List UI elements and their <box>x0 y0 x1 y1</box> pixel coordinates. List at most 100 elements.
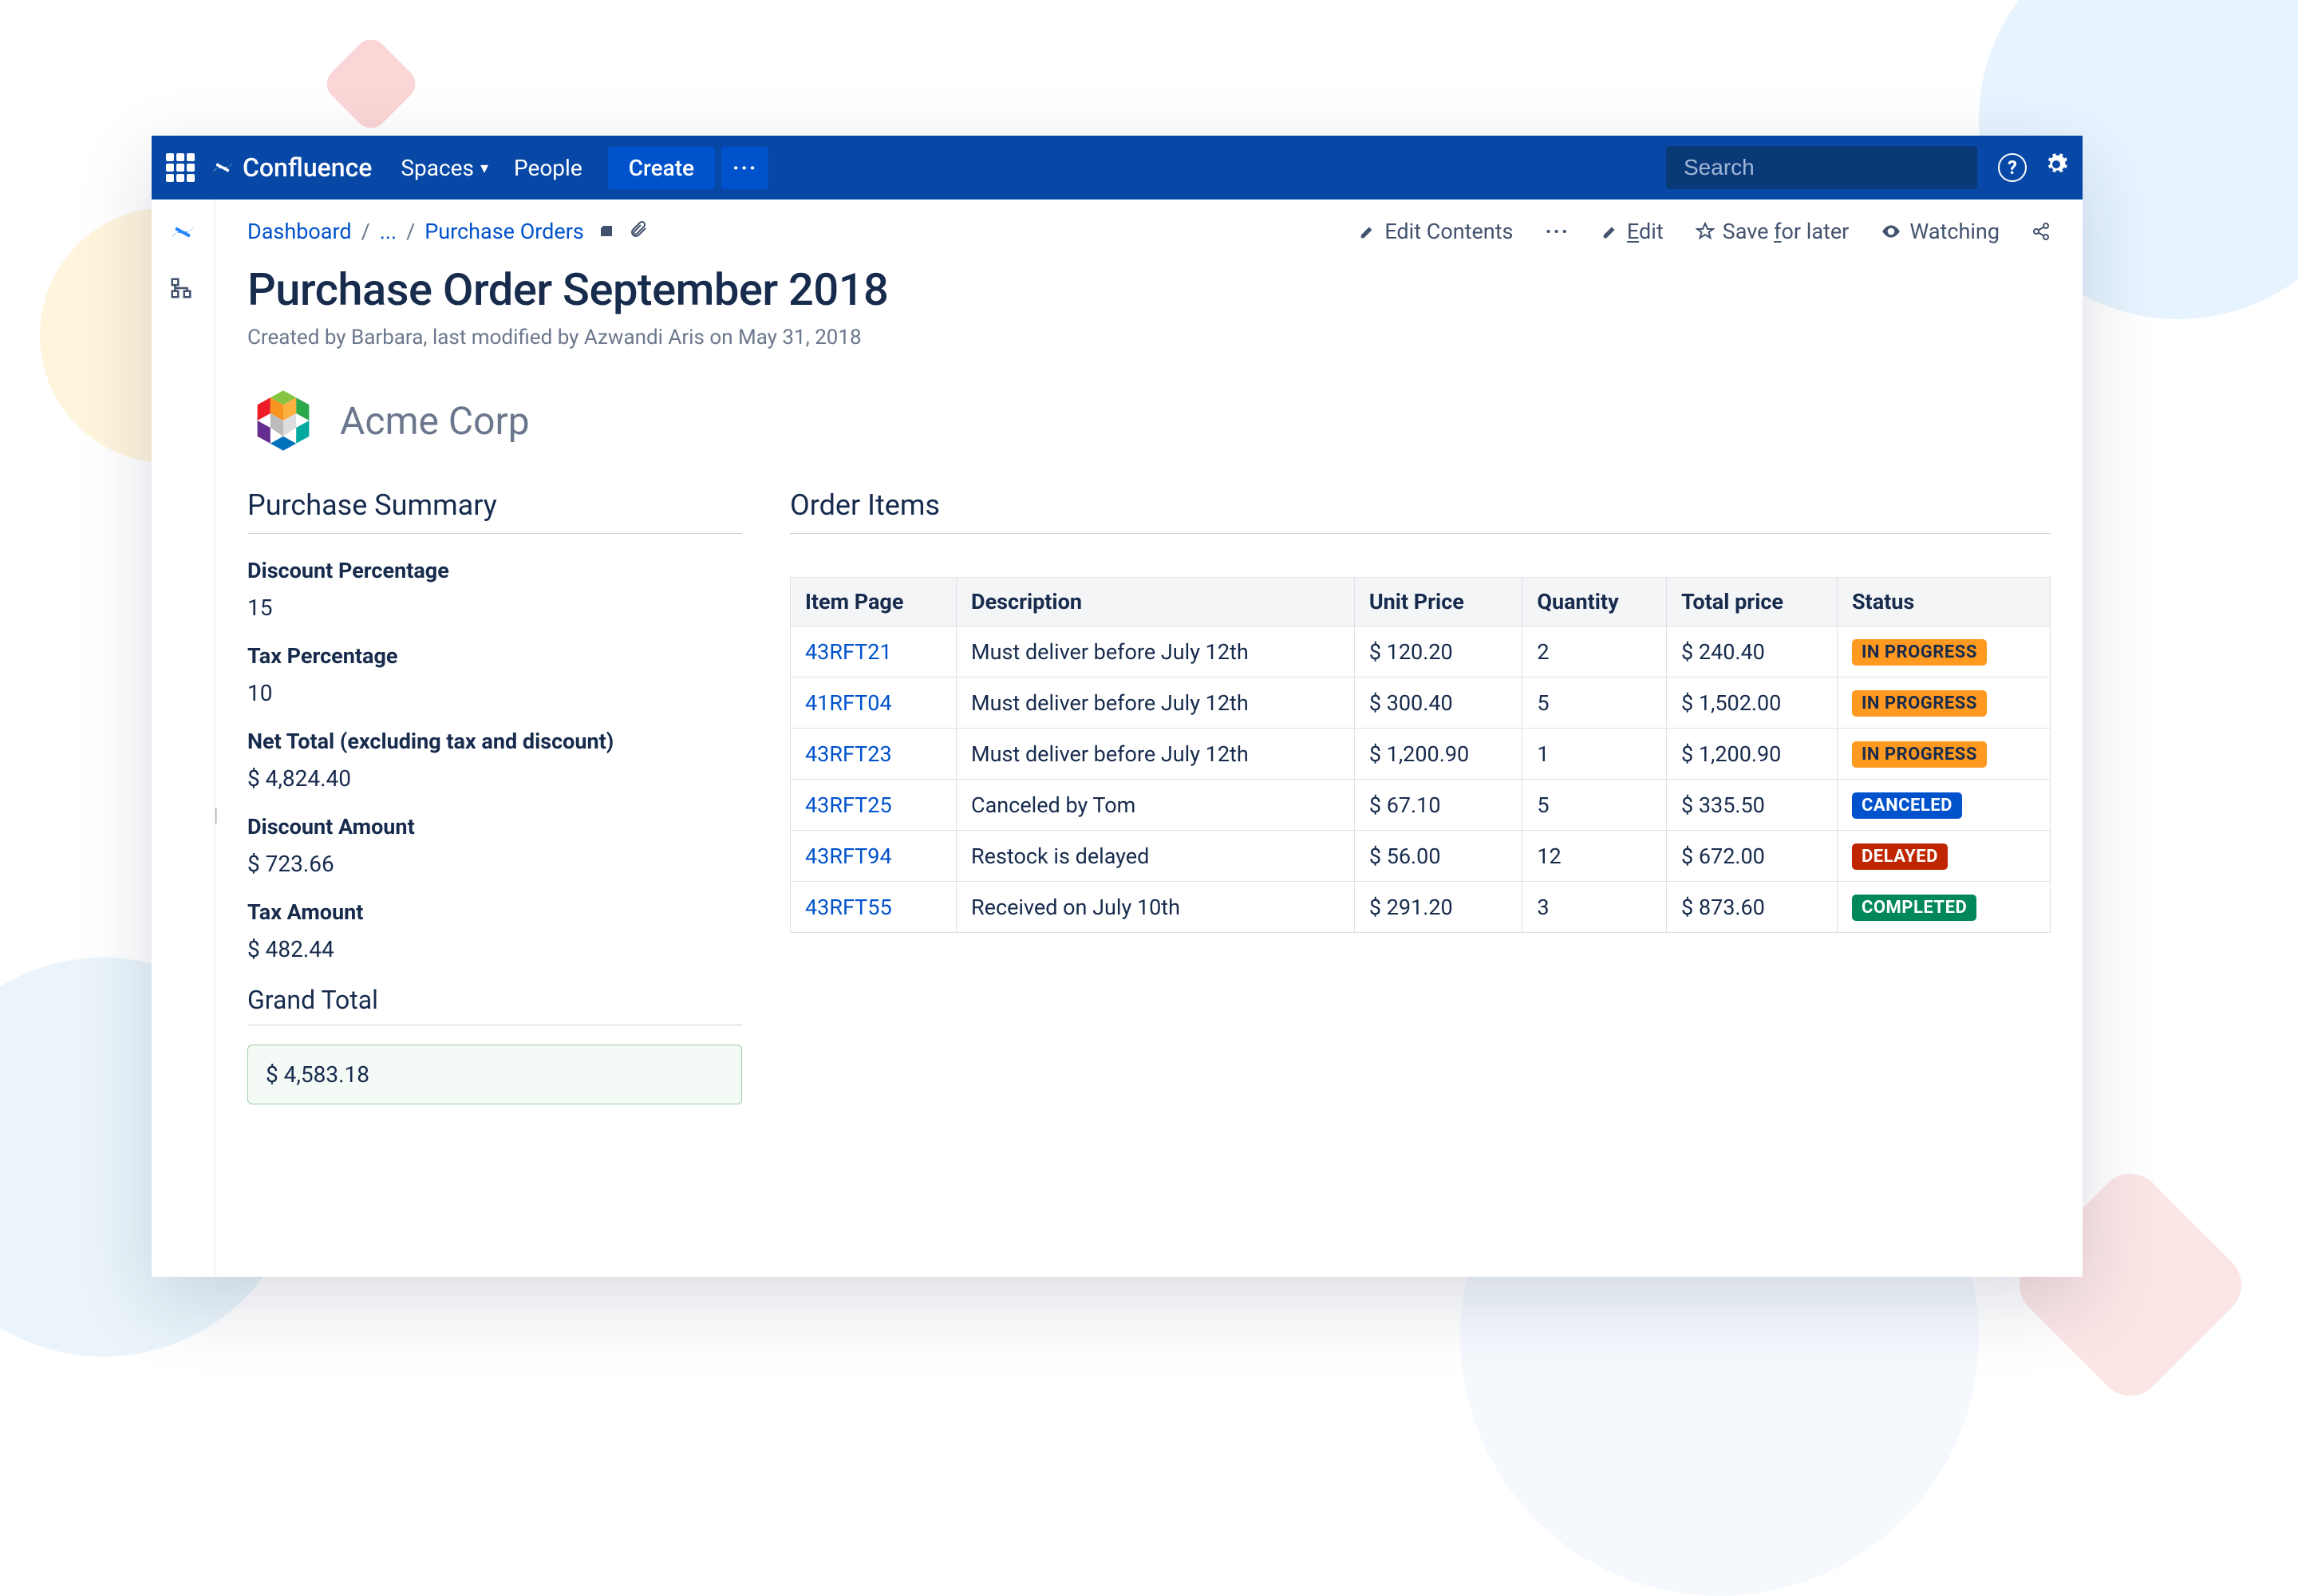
item-link[interactable]: 41RFT04 <box>805 690 892 716</box>
restrictions-icon[interactable] <box>597 219 616 244</box>
crumb-ellipsis[interactable]: ... <box>380 219 397 244</box>
pencil-icon <box>1601 223 1619 240</box>
status-badge: IN PROGRESS <box>1852 639 1987 666</box>
item-status-cell: IN PROGRESS <box>1837 626 2050 678</box>
item-desc-cell: Must deliver before July 12th <box>957 678 1355 729</box>
item-link[interactable]: 43RFT94 <box>805 843 892 869</box>
create-more-button[interactable]: ··· <box>721 147 768 189</box>
nav-people[interactable]: People <box>514 155 582 181</box>
edit-contents-button[interactable]: Edit Contents <box>1359 219 1513 244</box>
create-button[interactable]: Create <box>608 147 715 189</box>
attachments-icon[interactable] <box>629 219 648 244</box>
order-items-heading: Order Items <box>790 488 2051 534</box>
confluence-space-icon[interactable] <box>169 219 198 247</box>
item-total-cell: $ 335.50 <box>1666 780 1837 831</box>
item-qty-cell: 5 <box>1522 678 1667 729</box>
item-desc-cell: Canceled by Tom <box>957 780 1355 831</box>
status-badge: COMPLETED <box>1852 895 1976 921</box>
column-header: Quantity <box>1522 578 1667 626</box>
summary-label: Discount Percentage <box>247 558 742 583</box>
confluence-icon <box>211 156 235 180</box>
crumb-dashboard[interactable]: Dashboard <box>247 219 352 244</box>
edit-button[interactable]: Edit <box>1601 219 1664 244</box>
item-id-cell: 43RFT94 <box>791 831 957 882</box>
item-id-cell: 43RFT23 <box>791 729 957 780</box>
item-total-cell: $ 672.00 <box>1666 831 1837 882</box>
summary-column: Purchase Summary Discount Percentage 15 Ta… <box>247 488 742 1104</box>
create-label: Create <box>629 155 694 181</box>
apps-icon[interactable] <box>166 153 195 182</box>
crumb-sep: / <box>406 219 415 244</box>
item-link[interactable]: 43RFT55 <box>805 895 892 920</box>
item-status-cell: COMPLETED <box>1837 882 2050 933</box>
summary-label: Tax Percentage <box>247 643 742 669</box>
item-unit-cell: $ 120.20 <box>1354 626 1522 678</box>
summary-field: Discount Percentage 15 <box>247 558 742 621</box>
table-row: 41RFT04Must deliver before July 12th$ 30… <box>791 678 2051 729</box>
item-total-cell: $ 873.60 <box>1666 882 1837 933</box>
item-qty-cell: 12 <box>1522 831 1667 882</box>
company-header: Acme Corp <box>247 385 2051 456</box>
chevron-down-icon: ▾ <box>480 158 488 177</box>
nav-spaces[interactable]: Spaces ▾ <box>401 155 488 181</box>
share-button[interactable] <box>2031 222 2051 241</box>
summary-value: $ 482.44 <box>247 936 742 962</box>
summary-field: Discount Amount $ 723.66 <box>247 814 742 877</box>
page-content: || Dashboard / ... / Purchase Orders <box>215 200 2083 1277</box>
column-header: Unit Price <box>1354 578 1522 626</box>
status-badge: CANCELED <box>1852 792 1962 819</box>
summary-field: Net Total (excluding tax and discount) $ … <box>247 729 742 792</box>
watching-label: Watching <box>1909 219 2000 244</box>
column-header: Description <box>957 578 1355 626</box>
summary-value: $ 4,824.40 <box>247 765 742 792</box>
table-row: 43RFT25 Canceled by Tom$ 67.105$ 335.50 CA… <box>791 780 2051 831</box>
item-qty-cell: 5 <box>1522 780 1667 831</box>
page-tree-icon[interactable] <box>169 276 198 305</box>
item-id-cell: 43RFT55 <box>791 882 957 933</box>
status-badge: DELAYED <box>1852 843 1948 870</box>
page-byline: Created by Barbara, last modified by Azw… <box>247 326 2051 350</box>
summary-label: Net Total (excluding tax and discount) <box>247 729 742 754</box>
item-status-cell: CANCELED <box>1837 780 2050 831</box>
brand[interactable]: Confluence <box>211 152 372 183</box>
item-status-cell: DELAYED <box>1837 831 2050 882</box>
share-icon <box>2031 222 2051 241</box>
help-icon[interactable]: ? <box>1998 153 2027 182</box>
company-logo-icon <box>247 385 319 456</box>
item-unit-cell: $ 56.00 <box>1354 831 1522 882</box>
watching-button[interactable]: Watching <box>1881 219 2000 244</box>
summary-label: Discount Amount <box>247 814 742 839</box>
item-desc-cell: Must deliver before July 12th <box>957 626 1355 678</box>
column-header: Status <box>1837 578 2050 626</box>
grand-total-value: $ 4,583.18 <box>247 1045 742 1104</box>
page-title: Purchase Order September 2018 <box>247 263 2051 316</box>
pencil-icon <box>1359 223 1376 240</box>
summary-label: Tax Amount <box>247 899 742 925</box>
more-actions-button[interactable]: ··· <box>1545 219 1569 244</box>
star-icon <box>1696 222 1715 241</box>
item-link[interactable]: 43RFT21 <box>805 639 892 665</box>
side-nav <box>152 200 215 1277</box>
item-total-cell: $ 1,200.90 <box>1666 729 1837 780</box>
summary-field: Tax Amount $ 482.44 <box>247 899 742 962</box>
eye-icon <box>1881 221 1901 242</box>
item-link[interactable]: 43RFT23 <box>805 741 892 767</box>
brand-label: Confluence <box>243 152 372 183</box>
nav-people-label: People <box>514 155 582 181</box>
item-unit-cell: $ 1,200.90 <box>1354 729 1522 780</box>
item-total-cell: $ 240.40 <box>1666 626 1837 678</box>
settings-icon[interactable] <box>2044 152 2068 183</box>
item-unit-cell: $ 67.10 <box>1354 780 1522 831</box>
search-box[interactable] <box>1666 146 1977 189</box>
item-desc-cell: Received on July 10th <box>957 882 1355 933</box>
item-qty-cell: 2 <box>1522 626 1667 678</box>
item-link[interactable]: 43RFT25 <box>805 792 892 818</box>
save-for-later-button[interactable]: Save for later <box>1696 219 1850 244</box>
crumb-purchase-orders[interactable]: Purchase Orders <box>424 219 584 244</box>
summary-value: $ 723.66 <box>247 851 742 877</box>
search-input[interactable] <box>1684 155 1972 180</box>
summary-heading: Purchase Summary <box>247 488 742 534</box>
summary-value: 15 <box>247 595 742 621</box>
grand-total-heading: Grand Total <box>247 985 742 1025</box>
table-row: 43RFT94Restock is delayed$ 56.0012$ 672.… <box>791 831 2051 882</box>
